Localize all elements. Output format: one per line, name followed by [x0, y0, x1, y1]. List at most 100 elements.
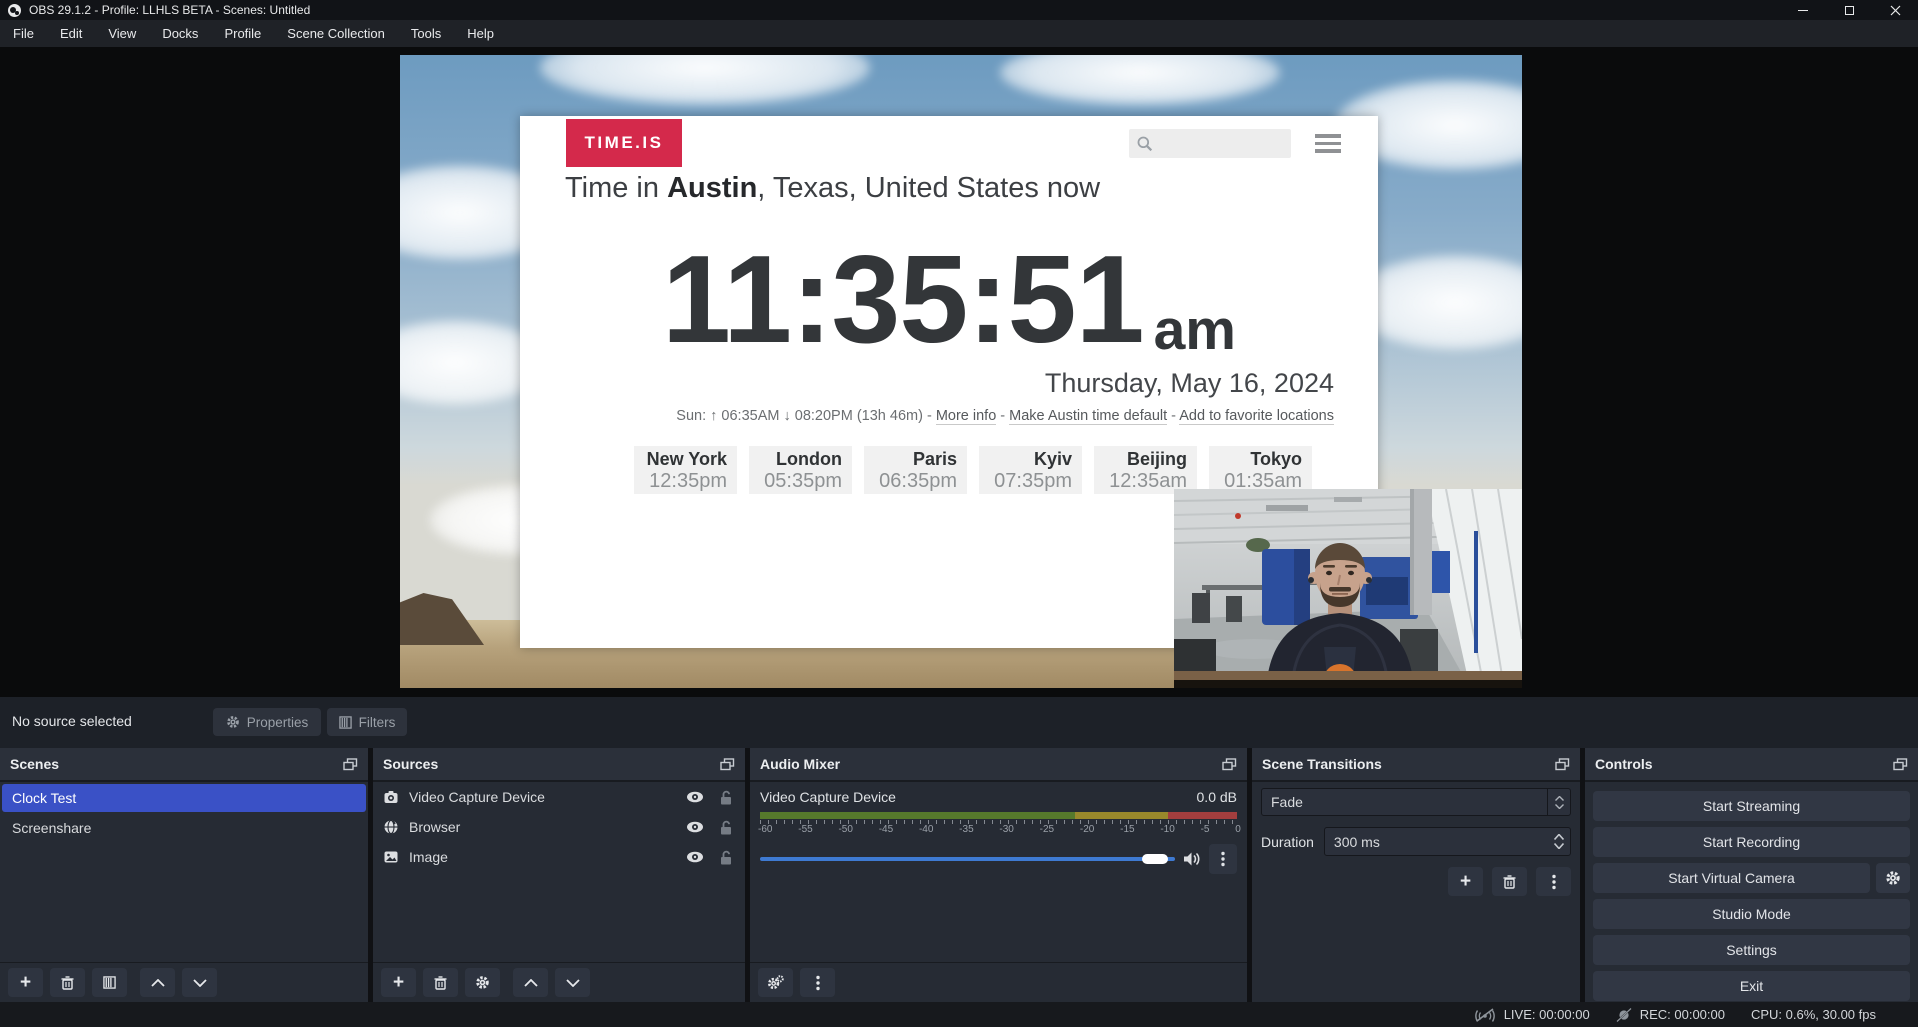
add-source-button[interactable]: + — [381, 968, 416, 997]
timeis-logo[interactable]: TIME.IS — [566, 119, 682, 167]
popout-icon[interactable] — [343, 758, 358, 771]
menu-profile[interactable]: Profile — [211, 20, 274, 47]
live-status: LIVE: 00:00:00 — [1474, 1007, 1590, 1022]
start-recording-button[interactable]: Start Recording — [1593, 827, 1910, 857]
visibility-eye-icon[interactable] — [686, 791, 704, 803]
popout-icon[interactable] — [720, 758, 735, 771]
visibility-eye-icon[interactable] — [686, 851, 704, 863]
sources-toolbar: + — [373, 962, 745, 1002]
scene-item-screenshare[interactable]: Screenshare — [2, 814, 366, 842]
duration-row: Duration 300 ms — [1261, 827, 1571, 856]
menu-edit[interactable]: Edit — [47, 20, 95, 47]
duration-spinbox[interactable]: 300 ms — [1324, 827, 1571, 856]
timeis-search-box[interactable] — [1129, 129, 1291, 158]
minimize-button[interactable] — [1780, 0, 1826, 20]
combo-spinner[interactable] — [1547, 789, 1570, 815]
source-properties-button[interactable] — [465, 968, 500, 997]
volume-slider[interactable] — [760, 857, 1175, 861]
status-bar: LIVE: 00:00:00 REC: 00:00:00 CPU: 0.6%, … — [0, 1002, 1918, 1027]
world-clock-kyiv[interactable]: Kyiv07:35pm — [979, 446, 1082, 494]
visibility-eye-icon[interactable] — [686, 821, 704, 833]
filter-icon — [103, 976, 116, 989]
current-date: Thursday, May 16, 2024 — [1045, 368, 1334, 399]
start-virtual-camera-button[interactable]: Start Virtual Camera — [1593, 863, 1870, 893]
mixer-menu-button[interactable] — [800, 968, 835, 997]
speaker-icon[interactable] — [1183, 851, 1201, 867]
lock-open-icon[interactable] — [719, 820, 733, 835]
move-scene-up-button[interactable] — [140, 968, 175, 997]
move-source-up-button[interactable] — [513, 968, 548, 997]
search-input[interactable] — [1154, 136, 1291, 152]
world-clock-tokyo[interactable]: Tokyo01:35am — [1209, 446, 1312, 494]
properties-button[interactable]: Properties — [213, 708, 321, 736]
add-favorite-link[interactable]: Add to favorite locations — [1179, 408, 1334, 425]
sun-info-line: Sun: ↑ 06:35AM ↓ 08:20PM (13h 46m) - Mor… — [676, 408, 1334, 424]
advanced-audio-button[interactable] — [758, 968, 793, 997]
menu-file[interactable]: File — [0, 20, 47, 47]
scene-item-clock-test[interactable]: Clock Test — [2, 784, 366, 812]
controls-dock-header: Controls — [1585, 748, 1918, 782]
transitions-body: Fade Duration 300 ms — [1252, 782, 1580, 896]
move-scene-down-button[interactable] — [182, 968, 217, 997]
popout-icon[interactable] — [1555, 758, 1570, 771]
menu-help[interactable]: Help — [454, 20, 507, 47]
more-info-link[interactable]: More info — [936, 408, 996, 425]
globe-icon — [383, 819, 399, 835]
filters-button[interactable]: Filters — [327, 708, 407, 736]
source-item-video-capture[interactable]: Video Capture Device — [373, 782, 745, 812]
filter-icon — [339, 716, 352, 729]
minimize-icon — [1798, 10, 1808, 11]
duration-spin-arrows[interactable] — [1554, 834, 1564, 849]
stream-inactive-icon — [1474, 1008, 1496, 1022]
earbud — [1366, 577, 1372, 583]
kebab-menu-icon — [1552, 874, 1556, 890]
menu-docks[interactable]: Docks — [149, 20, 211, 47]
lock-open-icon[interactable] — [719, 790, 733, 805]
scene-filters-button[interactable] — [92, 968, 127, 997]
source-item-browser[interactable]: Browser — [373, 812, 745, 842]
webcam-source[interactable] — [1174, 489, 1522, 688]
source-item-image[interactable]: Image — [373, 842, 745, 872]
move-source-down-button[interactable] — [555, 968, 590, 997]
studio-mode-button[interactable]: Studio Mode — [1593, 899, 1910, 929]
scene-transitions-dock: Scene Transitions Fade Duration 300 ms — [1252, 748, 1580, 1002]
volume-slider-handle[interactable] — [1142, 854, 1168, 864]
remove-transition-button[interactable] — [1492, 867, 1527, 896]
transition-select[interactable]: Fade — [1261, 788, 1571, 816]
maximize-button[interactable] — [1826, 0, 1872, 20]
make-default-link[interactable]: Make Austin time default — [1009, 408, 1167, 425]
scenes-dock: Scenes Clock Test Screenshare + — [0, 748, 368, 1002]
add-transition-button[interactable]: + — [1448, 867, 1483, 896]
popout-icon[interactable] — [1222, 758, 1237, 771]
world-clock-new-york[interactable]: New York12:35pm — [634, 446, 737, 494]
hamburger-menu-icon[interactable] — [1315, 134, 1341, 157]
trash-icon — [434, 976, 447, 990]
world-clock-london[interactable]: London05:35pm — [749, 446, 852, 494]
close-button[interactable] — [1872, 0, 1918, 20]
popout-icon[interactable] — [1893, 758, 1908, 771]
lock-open-icon[interactable] — [719, 850, 733, 865]
world-clock-beijing[interactable]: Beijing12:35am — [1094, 446, 1197, 494]
menu-tools[interactable]: Tools — [398, 20, 454, 47]
trash-icon — [61, 976, 74, 990]
virtual-camera-config-button[interactable] — [1876, 863, 1910, 893]
transition-properties-button[interactable] — [1536, 867, 1571, 896]
remove-scene-button[interactable] — [50, 968, 85, 997]
mixer-channel-name: Video Capture Device — [760, 789, 896, 805]
start-streaming-button[interactable]: Start Streaming — [1593, 791, 1910, 821]
exit-button[interactable]: Exit — [1593, 971, 1910, 1001]
menu-scene-collection[interactable]: Scene Collection — [274, 20, 398, 47]
program-preview[interactable]: TIME.IS Time in Austin, Texas, United St… — [400, 55, 1522, 688]
sources-dock-header: Sources — [373, 748, 745, 782]
remove-source-button[interactable] — [423, 968, 458, 997]
cloud — [540, 55, 870, 105]
menu-view[interactable]: View — [95, 20, 149, 47]
trash-icon — [1503, 875, 1516, 889]
mixer-channel-menu-button[interactable] — [1209, 844, 1237, 874]
settings-button[interactable]: Settings — [1593, 935, 1910, 965]
earbud — [1308, 577, 1314, 583]
world-clock-paris[interactable]: Paris06:35pm — [864, 446, 967, 494]
virtual-camera-row: Start Virtual Camera — [1593, 863, 1910, 893]
add-scene-button[interactable]: + — [8, 968, 43, 997]
source-context-toolbar: No source selected Properties Filters — [0, 697, 1918, 748]
